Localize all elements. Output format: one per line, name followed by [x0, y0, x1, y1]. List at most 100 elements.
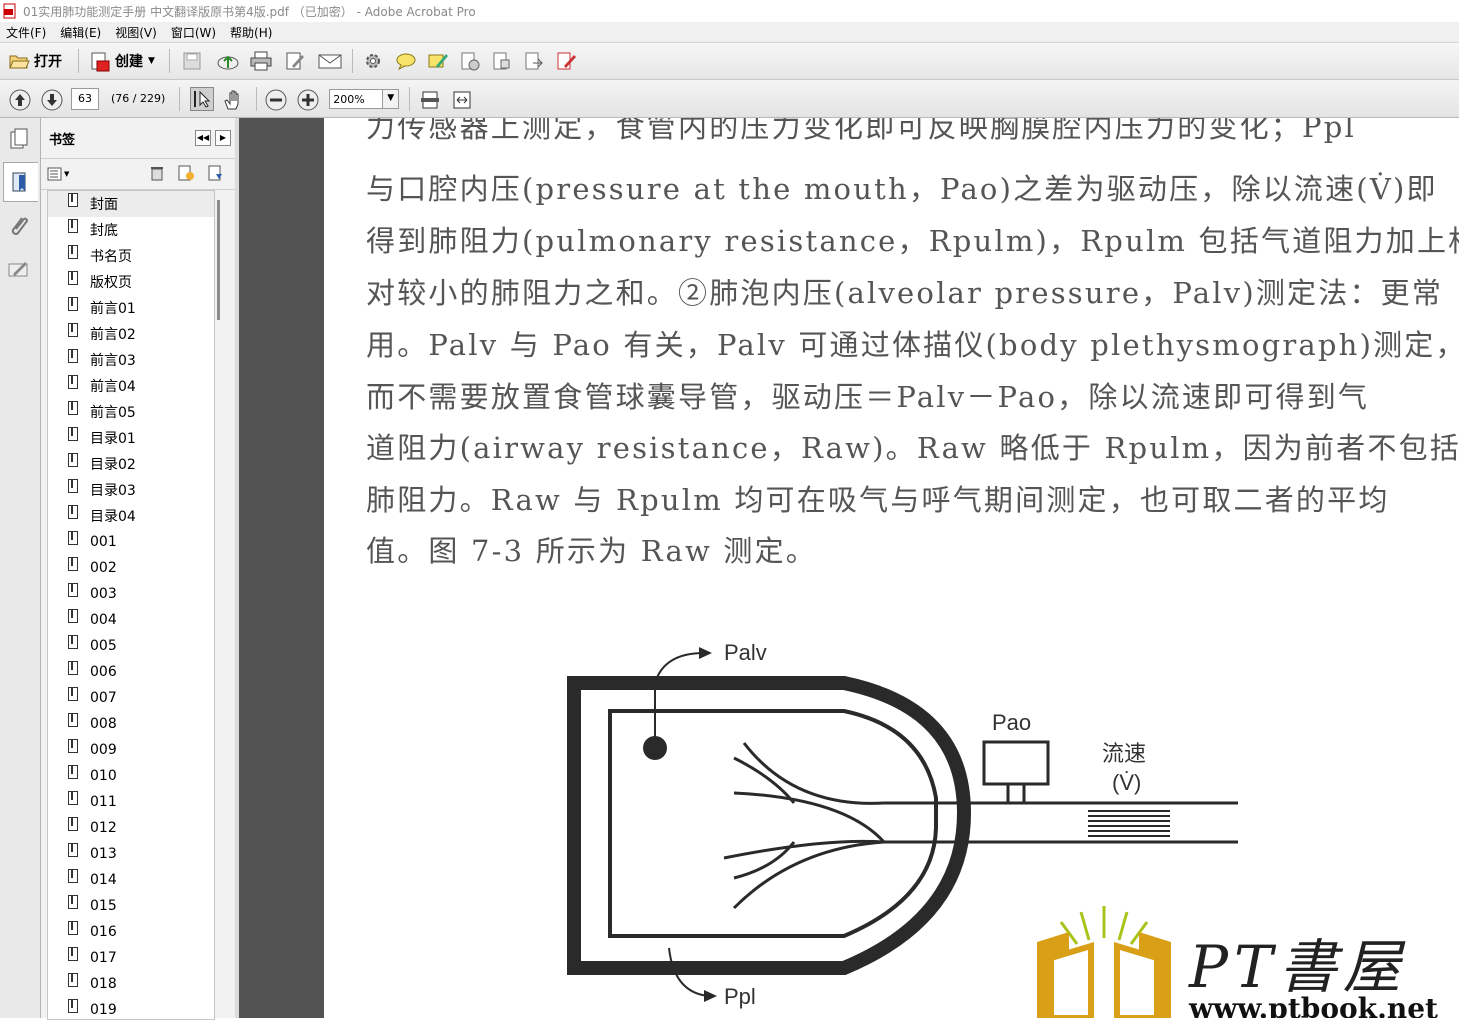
edit-document-icon[interactable]: [284, 51, 304, 71]
bookmark-page-icon: [68, 375, 78, 389]
bookmark-item[interactable]: 版权页: [48, 269, 214, 295]
zoom-in-icon[interactable]: [297, 89, 319, 110]
page-thumbnails-icon[interactable]: [9, 128, 29, 149]
bookmark-label: 书名页: [90, 249, 132, 265]
bookmark-label: 012: [90, 820, 117, 836]
zoom-dropdown[interactable]: ▼: [383, 88, 400, 109]
bookmark-item[interactable]: 001: [48, 529, 214, 555]
bookmark-label: 前言04: [90, 379, 136, 395]
bookmark-item[interactable]: 003: [48, 581, 214, 607]
comment-icon[interactable]: [395, 51, 416, 71]
bookmark-page-icon: [68, 427, 78, 441]
bookmark-item[interactable]: 008: [48, 711, 214, 737]
bookmark-icon: [10, 171, 30, 192]
gear-icon[interactable]: [363, 51, 383, 71]
bookmark-page-icon: [68, 817, 78, 831]
bookmark-label: 018: [90, 976, 117, 992]
bookmark-item[interactable]: 016: [48, 919, 214, 945]
fit-width-icon[interactable]: [452, 89, 472, 109]
previous-page-icon[interactable]: [9, 89, 31, 110]
bookmark-item[interactable]: 017: [48, 945, 214, 971]
bookmark-item[interactable]: 目录04: [48, 503, 214, 529]
bookmark-item[interactable]: 目录01: [48, 425, 214, 451]
email-icon[interactable]: [318, 51, 342, 71]
select-tool-icon[interactable]: [190, 86, 215, 111]
figure-label-flow-symbol: (V̇): [1112, 770, 1142, 795]
menu-window[interactable]: 窗口(W): [171, 24, 216, 41]
bookmark-item[interactable]: 前言04: [48, 373, 214, 399]
secure-document-icon[interactable]: [459, 51, 480, 71]
next-page-icon[interactable]: [41, 89, 63, 110]
bookmark-item[interactable]: 014: [48, 867, 214, 893]
bookmark-item[interactable]: 011: [48, 789, 214, 815]
text-line: 得到肺阻力(pulmonary resistance，Rpulm)，Rpulm …: [366, 224, 1459, 258]
expand-bookmark-icon[interactable]: [207, 164, 225, 185]
bookmark-page-icon: [68, 557, 78, 571]
create-button[interactable]: 创建 ▼: [89, 48, 155, 74]
edit-form-icon[interactable]: [555, 51, 576, 71]
bookmark-item[interactable]: 前言01: [48, 295, 214, 321]
bookmark-item[interactable]: 006: [48, 659, 214, 685]
menu-file[interactable]: 文件(F): [6, 24, 46, 41]
book-logo-icon: [1037, 906, 1171, 1018]
menu-view[interactable]: 视图(V): [115, 24, 157, 41]
bookmark-item[interactable]: 007: [48, 685, 214, 711]
bookmark-page-icon: [68, 583, 78, 597]
bookmarks-tab[interactable]: [3, 162, 38, 202]
bookmark-item[interactable]: 目录03: [48, 477, 214, 503]
bookmark-item[interactable]: 002: [48, 555, 214, 581]
document-background: [239, 118, 324, 1018]
bookmark-item[interactable]: 004: [48, 607, 214, 633]
bookmark-item[interactable]: 009: [48, 737, 214, 763]
document-properties-icon[interactable]: [491, 51, 511, 71]
bookmark-item[interactable]: 前言05: [48, 399, 214, 425]
text-line: 力传感器上测定，食管内的压力变化即可反映胸膜腔内压力的变化；Ppl: [366, 118, 1356, 144]
export-document-icon[interactable]: [523, 51, 543, 71]
bookmark-page-icon: [68, 349, 78, 363]
bookmark-item[interactable]: 目录02: [48, 451, 214, 477]
signatures-icon[interactable]: [7, 258, 28, 278]
figure-label-ppl: Ppl: [724, 984, 756, 1009]
watermark: PT書屋 www.ptbook.net: [1029, 898, 1459, 1018]
bookmark-label: 015: [90, 898, 117, 914]
expand-panel-icon[interactable]: ▶: [215, 130, 231, 146]
bookmark-label: 011: [90, 794, 117, 810]
bookmark-item[interactable]: 前言03: [48, 347, 214, 373]
bookmark-page-icon: [68, 401, 78, 415]
bookmark-item[interactable]: 005: [48, 633, 214, 659]
bookmark-item[interactable]: 010: [48, 763, 214, 789]
bookmark-page-icon: [68, 271, 78, 285]
hand-tool-icon[interactable]: [222, 89, 242, 109]
bookmark-item[interactable]: 019: [48, 997, 214, 1019]
text-line: 用。Palv 与 Pao 有关，Palv 可通过体描仪(body plethys…: [366, 328, 1459, 362]
bookmarks-scrollbar[interactable]: [217, 200, 220, 320]
menu-edit[interactable]: 编辑(E): [60, 24, 101, 41]
bookmark-label: 前言02: [90, 327, 136, 343]
bookmark-label: 目录02: [90, 457, 136, 473]
new-bookmark-icon[interactable]: [177, 164, 195, 185]
collapse-panel-icon[interactable]: ◀◀: [195, 130, 211, 146]
save-icon[interactable]: [182, 51, 202, 71]
text-line: 对较小的肺阻力之和。②肺泡内压(alveolar pressure，Palv)测…: [366, 276, 1444, 310]
print-icon[interactable]: [250, 51, 272, 71]
cloud-upload-icon[interactable]: [216, 51, 239, 71]
fit-page-icon[interactable]: [420, 89, 440, 109]
bookmark-item[interactable]: 013: [48, 841, 214, 867]
open-button[interactable]: 打开: [8, 48, 62, 74]
bookmark-item[interactable]: 封面: [48, 191, 214, 217]
bookmark-page-icon: [68, 219, 78, 233]
delete-bookmark-icon[interactable]: [149, 165, 165, 184]
zoom-out-icon[interactable]: [265, 89, 287, 110]
bookmark-item[interactable]: 018: [48, 971, 214, 997]
bookmark-item[interactable]: 012: [48, 815, 214, 841]
page-number-input[interactable]: 63: [71, 87, 99, 110]
bookmark-item[interactable]: 015: [48, 893, 214, 919]
attachment-icon[interactable]: [8, 214, 28, 235]
bookmark-item[interactable]: 前言02: [48, 321, 214, 347]
bookmark-item[interactable]: 封底: [48, 217, 214, 243]
sign-icon[interactable]: [427, 51, 448, 71]
zoom-level-input[interactable]: 200%: [329, 88, 384, 109]
options-menu-icon[interactable]: ▼: [47, 167, 69, 181]
bookmark-item[interactable]: 书名页: [48, 243, 214, 269]
menu-help[interactable]: 帮助(H): [230, 24, 272, 41]
